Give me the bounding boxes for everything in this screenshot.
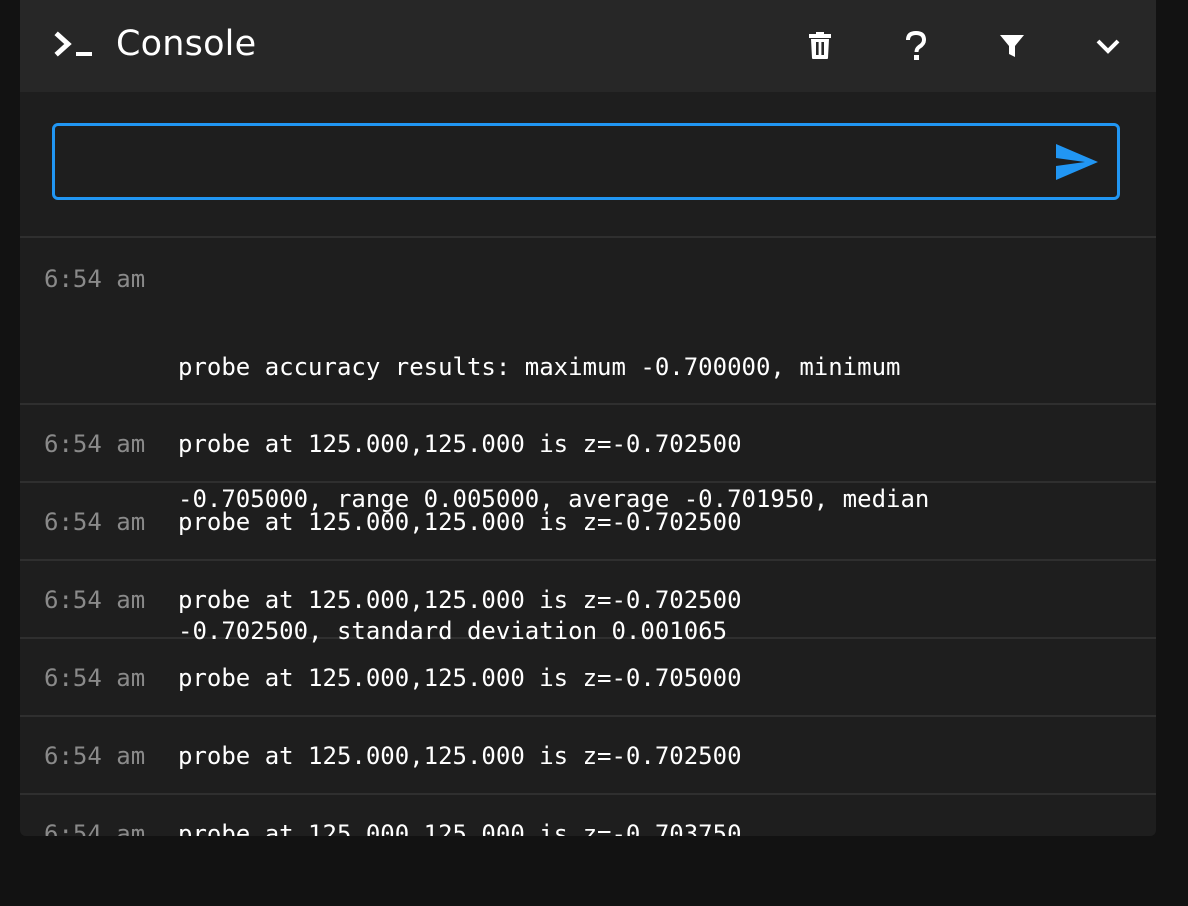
log-entry: 6:54 am probe accuracy results: maximum … bbox=[20, 236, 1156, 645]
log-message: probe at 125.000,125.000 is z=-0.703750 bbox=[178, 820, 742, 836]
page-title: Console bbox=[116, 24, 257, 64]
log-message: probe at 125.000,125.000 is z=-0.702500 bbox=[178, 742, 742, 770]
trash-icon bbox=[809, 32, 831, 59]
filter-icon bbox=[1000, 35, 1024, 57]
send-icon bbox=[1056, 144, 1098, 180]
log-message-line: probe accuracy results: maximum -0.70000… bbox=[178, 353, 901, 381]
log-message: probe at 125.000,125.000 is z=-0.702500 bbox=[178, 508, 742, 536]
command-input[interactable] bbox=[69, 138, 1033, 188]
log-timestamp: 6:54 am bbox=[44, 265, 146, 293]
log-timestamp: 6:54 am bbox=[44, 430, 146, 458]
help-button[interactable] bbox=[892, 22, 940, 70]
console-panel: Console 6:54 am probe accuracy results: … bbox=[20, 0, 1156, 836]
console-log: 6:54 am probe accuracy results: maximum … bbox=[20, 236, 1156, 836]
log-message: probe at 125.000,125.000 is z=-0.702500 bbox=[178, 430, 742, 458]
chevron-down-icon bbox=[1096, 39, 1120, 54]
terminal-icon bbox=[54, 31, 92, 57]
help-icon bbox=[906, 31, 927, 60]
clear-console-button[interactable] bbox=[796, 22, 844, 70]
collapse-button[interactable] bbox=[1084, 22, 1132, 70]
log-message: probe accuracy results: maximum -0.70000… bbox=[178, 257, 1156, 645]
log-timestamp: 6:54 am bbox=[44, 586, 146, 614]
console-toolbar: Console bbox=[20, 0, 1156, 92]
filter-button[interactable] bbox=[988, 22, 1036, 70]
log-timestamp: 6:54 am bbox=[44, 508, 146, 536]
log-timestamp: 6:54 am bbox=[44, 664, 146, 692]
log-timestamp: 6:54 am bbox=[44, 820, 146, 836]
send-button[interactable] bbox=[1053, 140, 1101, 184]
log-message: probe at 125.000,125.000 is z=-0.702500 bbox=[178, 586, 742, 614]
log-entry: 6:54 am probe at 125.000,125.000 is z=-0… bbox=[20, 793, 1156, 836]
log-message: probe at 125.000,125.000 is z=-0.705000 bbox=[178, 664, 742, 692]
command-input-container bbox=[52, 123, 1120, 200]
log-timestamp: 6:54 am bbox=[44, 742, 146, 770]
